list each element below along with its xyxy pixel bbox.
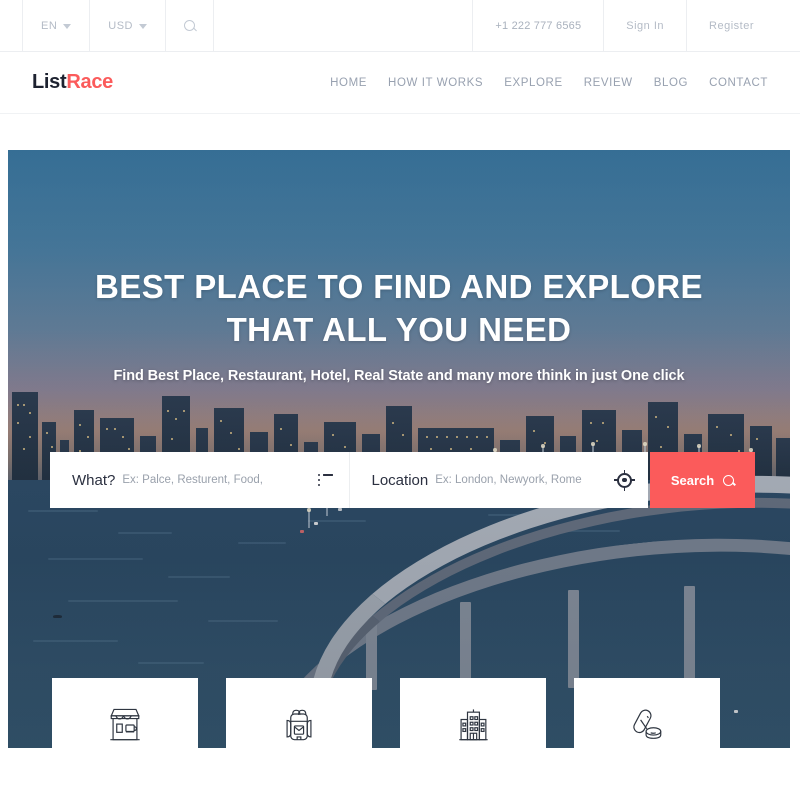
language-selector[interactable]: EN [22, 0, 91, 51]
chevron-down-icon [63, 23, 72, 29]
primary-menu: HOME HOW IT WORKS EXPLORE REVIEW BLOG CO… [330, 77, 768, 89]
site-logo[interactable]: ListRace [32, 71, 113, 94]
hero-content: BEST PLACE TO FIND AND EXPLORE THAT ALL … [8, 150, 790, 748]
location-search-input[interactable] [435, 474, 611, 486]
category-card-hotel[interactable] [400, 678, 546, 748]
nav-item-review[interactable]: REVIEW [584, 77, 633, 89]
hotel-building-icon [459, 709, 488, 741]
phone-label: +1 222 777 6565 [495, 19, 582, 32]
hero-subtitle: Find Best Place, Restaurant, Hotel, Real… [113, 368, 685, 384]
shop-storefront-icon [110, 708, 140, 741]
currency-selector[interactable]: USD [90, 0, 167, 51]
hero-headline: BEST PLACE TO FIND AND EXPLORE THAT ALL … [8, 265, 790, 351]
backpack-icon [286, 709, 312, 741]
search-fields-group: What? Location [50, 452, 648, 508]
what-search-input[interactable] [122, 474, 312, 486]
hero-headline-line-2: THAT ALL YOU NEED [226, 311, 572, 348]
nav-item-how-it-works[interactable]: HOW IT WORKS [388, 77, 483, 89]
hero-search-bar: What? Location Search [50, 452, 755, 508]
hero-headline-line-1: BEST PLACE TO FIND AND EXPLORE [95, 268, 703, 305]
topbar-left-group: EN USD [22, 0, 215, 51]
category-card-shop[interactable] [52, 678, 198, 748]
topbar-right-group: +1 222 777 6565 Sign In Register [472, 0, 770, 51]
what-field[interactable]: What? [50, 452, 349, 508]
category-card-list [52, 678, 720, 748]
pills-medicine-icon [633, 709, 662, 739]
category-card-pharmacy[interactable] [574, 678, 720, 748]
search-icon [184, 20, 196, 31]
search-button-label: Search [670, 472, 715, 488]
nav-item-blog[interactable]: BLOG [654, 77, 688, 89]
logo-text-first: List [32, 71, 67, 93]
top-utility-bar: EN USD +1 222 777 6565 Sign In Register [0, 0, 800, 52]
topbar-search-button[interactable] [166, 0, 215, 51]
phone-number[interactable]: +1 222 777 6565 [472, 0, 603, 51]
category-card-travel[interactable] [226, 678, 372, 748]
nav-item-home[interactable]: HOME [330, 77, 367, 89]
gps-target-icon[interactable] [614, 469, 635, 491]
register-label: Register [709, 19, 754, 32]
list-icon[interactable] [317, 474, 333, 486]
main-navigation-bar: ListRace HOME HOW IT WORKS EXPLORE REVIE… [0, 52, 800, 114]
search-icon [723, 474, 735, 486]
register-link[interactable]: Register [686, 0, 770, 51]
nav-item-contact[interactable]: CONTACT [709, 77, 768, 89]
location-field[interactable]: Location [348, 452, 649, 508]
location-field-label: Location [371, 471, 429, 489]
search-button[interactable]: Search [650, 452, 755, 508]
logo-text-second: Race [66, 71, 113, 93]
currency-label: USD [108, 19, 134, 32]
sign-in-link[interactable]: Sign In [603, 0, 686, 51]
chevron-down-icon [139, 23, 148, 29]
hero-banner: BEST PLACE TO FIND AND EXPLORE THAT ALL … [8, 150, 790, 748]
nav-item-explore[interactable]: EXPLORE [504, 77, 563, 89]
sign-in-label: Sign In [626, 19, 665, 32]
what-field-label: What? [72, 471, 116, 489]
language-label: EN [41, 19, 58, 32]
